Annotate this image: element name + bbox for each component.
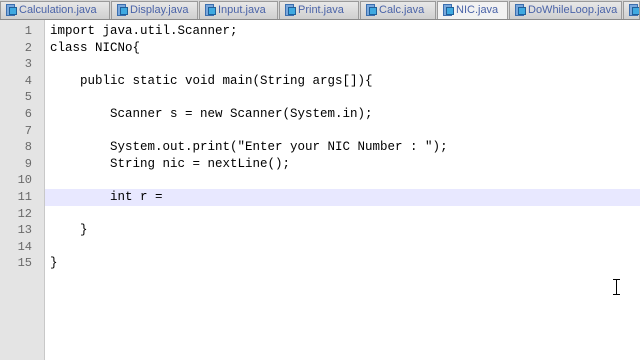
line-number: 10	[17, 173, 32, 188]
code-line[interactable]	[45, 172, 640, 189]
tab-display-java[interactable]: Display.java	[111, 1, 198, 19]
tab-label: Input.java	[218, 4, 266, 16]
line-number: 13	[17, 223, 32, 238]
tab-calculation-java[interactable]: Calculation.java	[0, 1, 110, 19]
code-line[interactable]	[45, 206, 640, 223]
java-file-icon	[442, 4, 454, 16]
code-line[interactable]	[45, 89, 640, 106]
code-line[interactable]	[45, 56, 640, 73]
tab-label: Display.java	[130, 4, 189, 16]
tab-label: Calc.java	[379, 4, 425, 16]
line-number: 5	[24, 90, 32, 105]
java-file-icon	[284, 4, 296, 16]
line-number: 8	[24, 140, 32, 155]
line-number: 12	[17, 206, 32, 221]
line-number: 11	[17, 190, 32, 204]
code-line-text: Scanner s = new Scanner(System.in);	[50, 107, 373, 121]
code-line[interactable]	[45, 123, 640, 140]
code-line-text: import java.util.Scanner;	[50, 24, 238, 38]
line-number: 3	[24, 57, 32, 72]
code-line-text: int r =	[50, 190, 163, 204]
code-line[interactable]: }	[45, 255, 640, 272]
code-line[interactable]: class NICNo{	[45, 40, 640, 57]
line-number: 7	[24, 123, 32, 138]
text-cursor-icon	[612, 279, 622, 297]
tab-label: Calculation.java	[19, 4, 97, 16]
current-code-line[interactable]: int r =	[45, 189, 640, 206]
tab-input-java[interactable]: Input.java	[199, 1, 278, 19]
code-line-text: }	[50, 256, 58, 271]
tab-nic-java[interactable]: NIC.java	[437, 1, 508, 19]
tab-label: Print.java	[298, 4, 344, 16]
code-editor[interactable]: import java.util.Scanner; class NICNo{ p…	[45, 20, 640, 360]
tab-label: NIC.java	[456, 4, 499, 16]
document-tab-bar: Calculation.java Display.java Input.java…	[0, 0, 640, 20]
code-line[interactable]: public static void main(String args[]){	[45, 73, 640, 90]
code-line-text: System.out.print("Enter your NIC Number …	[50, 140, 448, 155]
java-file-icon	[116, 4, 128, 16]
java-file-icon	[365, 4, 377, 16]
tab-dowhileloop-java[interactable]: DoWhileLoop.java	[509, 1, 622, 19]
code-line-text: public static void main(String args[]){	[50, 73, 373, 88]
line-number: 6	[24, 107, 32, 121]
line-number: 4	[24, 73, 32, 88]
java-file-icon	[514, 4, 526, 16]
java-file-icon	[204, 4, 216, 16]
code-line[interactable]: String nic = nextLine();	[45, 156, 640, 173]
line-number: 2	[24, 40, 32, 55]
tab-print-java[interactable]: Print.java	[279, 1, 359, 19]
line-number-gutter: 1 2 3 4 5 6 7 8 9 10 11 12 13 14 15	[0, 20, 45, 360]
code-line-text: class NICNo{	[50, 40, 141, 55]
line-number: 14	[17, 239, 32, 254]
tab-calc-java[interactable]: Calc.java	[360, 1, 436, 19]
code-line[interactable]	[45, 239, 640, 256]
line-number: 9	[24, 156, 32, 171]
code-line[interactable]: }	[45, 222, 640, 239]
code-line[interactable]: Scanner s = new Scanner(System.in);	[45, 106, 640, 123]
line-number: 15	[17, 256, 32, 271]
tab-label: DoWhileLoop.java	[528, 4, 618, 16]
code-line[interactable]: System.out.print("Enter your NIC Number …	[45, 139, 640, 156]
code-line-text: String nic = nextLine();	[50, 156, 291, 171]
java-file-icon	[628, 4, 639, 16]
line-number: 1	[24, 24, 32, 38]
code-line-text: }	[50, 223, 88, 238]
java-file-icon	[5, 4, 17, 16]
tab-overflow[interactable]	[623, 1, 640, 19]
code-line[interactable]: import java.util.Scanner;	[45, 23, 640, 40]
